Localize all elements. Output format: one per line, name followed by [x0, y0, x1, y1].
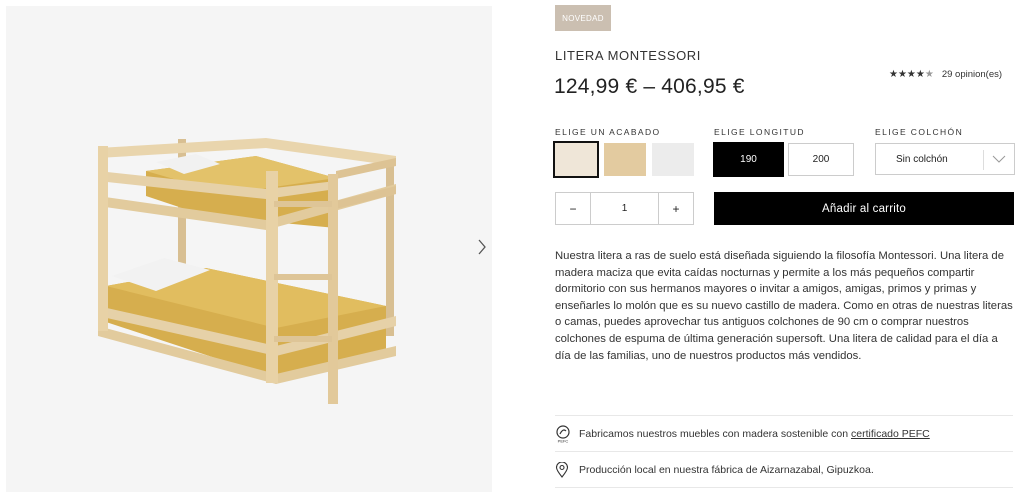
finish-swatch-natural[interactable] [553, 141, 599, 178]
reviews-count[interactable]: 29 opinion(es) [942, 69, 1002, 80]
length-label: ELIGE LONGITUD [714, 127, 805, 137]
feature-pefc-text: Fabricamos nuestros muebles con madera s… [579, 427, 930, 440]
chevron-right-icon [478, 239, 486, 255]
finish-label: ELIGE UN ACABADO [555, 127, 661, 137]
product-title: LITERA MONTESSORI [555, 48, 702, 63]
add-to-cart-button[interactable]: Añadir al carrito [714, 192, 1014, 225]
location-pin-icon [555, 461, 579, 478]
feature-local-production: Producción local en nuestra fábrica de A… [555, 451, 1013, 487]
product-rating[interactable]: ★★★★★ 29 opinion(es) [889, 69, 1002, 80]
mattress-select-value: Sin colchón [896, 154, 948, 165]
rating-stars-icon: ★★★★★ [889, 69, 934, 80]
select-divider [983, 150, 984, 170]
feature-row-partial [555, 487, 1013, 498]
quantity-increase-button[interactable]: + [659, 193, 693, 224]
quantity-stepper: − 1 + [555, 192, 694, 225]
new-badge: NOVEDAD [555, 5, 611, 31]
quantity-value[interactable]: 1 [590, 193, 659, 224]
feature-local-production-text: Producción local en nuestra fábrica de A… [579, 463, 874, 476]
next-image-arrow[interactable] [470, 232, 494, 262]
length-option-190[interactable]: 190 [713, 142, 784, 177]
product-price: 124,99 € – 406,95 € [554, 75, 745, 98]
bunk-bed-image [98, 138, 396, 404]
chevron-down-icon [992, 155, 1006, 163]
length-option-200[interactable]: 200 [788, 143, 854, 176]
finish-swatch-white[interactable] [652, 143, 694, 176]
product-image-gallery [6, 6, 492, 492]
finish-swatch-honey[interactable] [604, 143, 646, 176]
quantity-decrease-button[interactable]: − [556, 193, 590, 224]
product-description: Nuestra litera a ras de suelo está diseñ… [555, 250, 1013, 362]
pefc-certificate-link[interactable]: certificado PEFC [851, 428, 930, 440]
svg-text:PEFC: PEFC [558, 438, 569, 443]
mattress-select[interactable]: Sin colchón [875, 143, 1015, 175]
feature-pefc: PEFC Fabricamos nuestros muebles con mad… [555, 415, 1013, 451]
mattress-label: ELIGE COLCHÓN [875, 127, 964, 137]
pefc-icon: PEFC [555, 424, 579, 443]
